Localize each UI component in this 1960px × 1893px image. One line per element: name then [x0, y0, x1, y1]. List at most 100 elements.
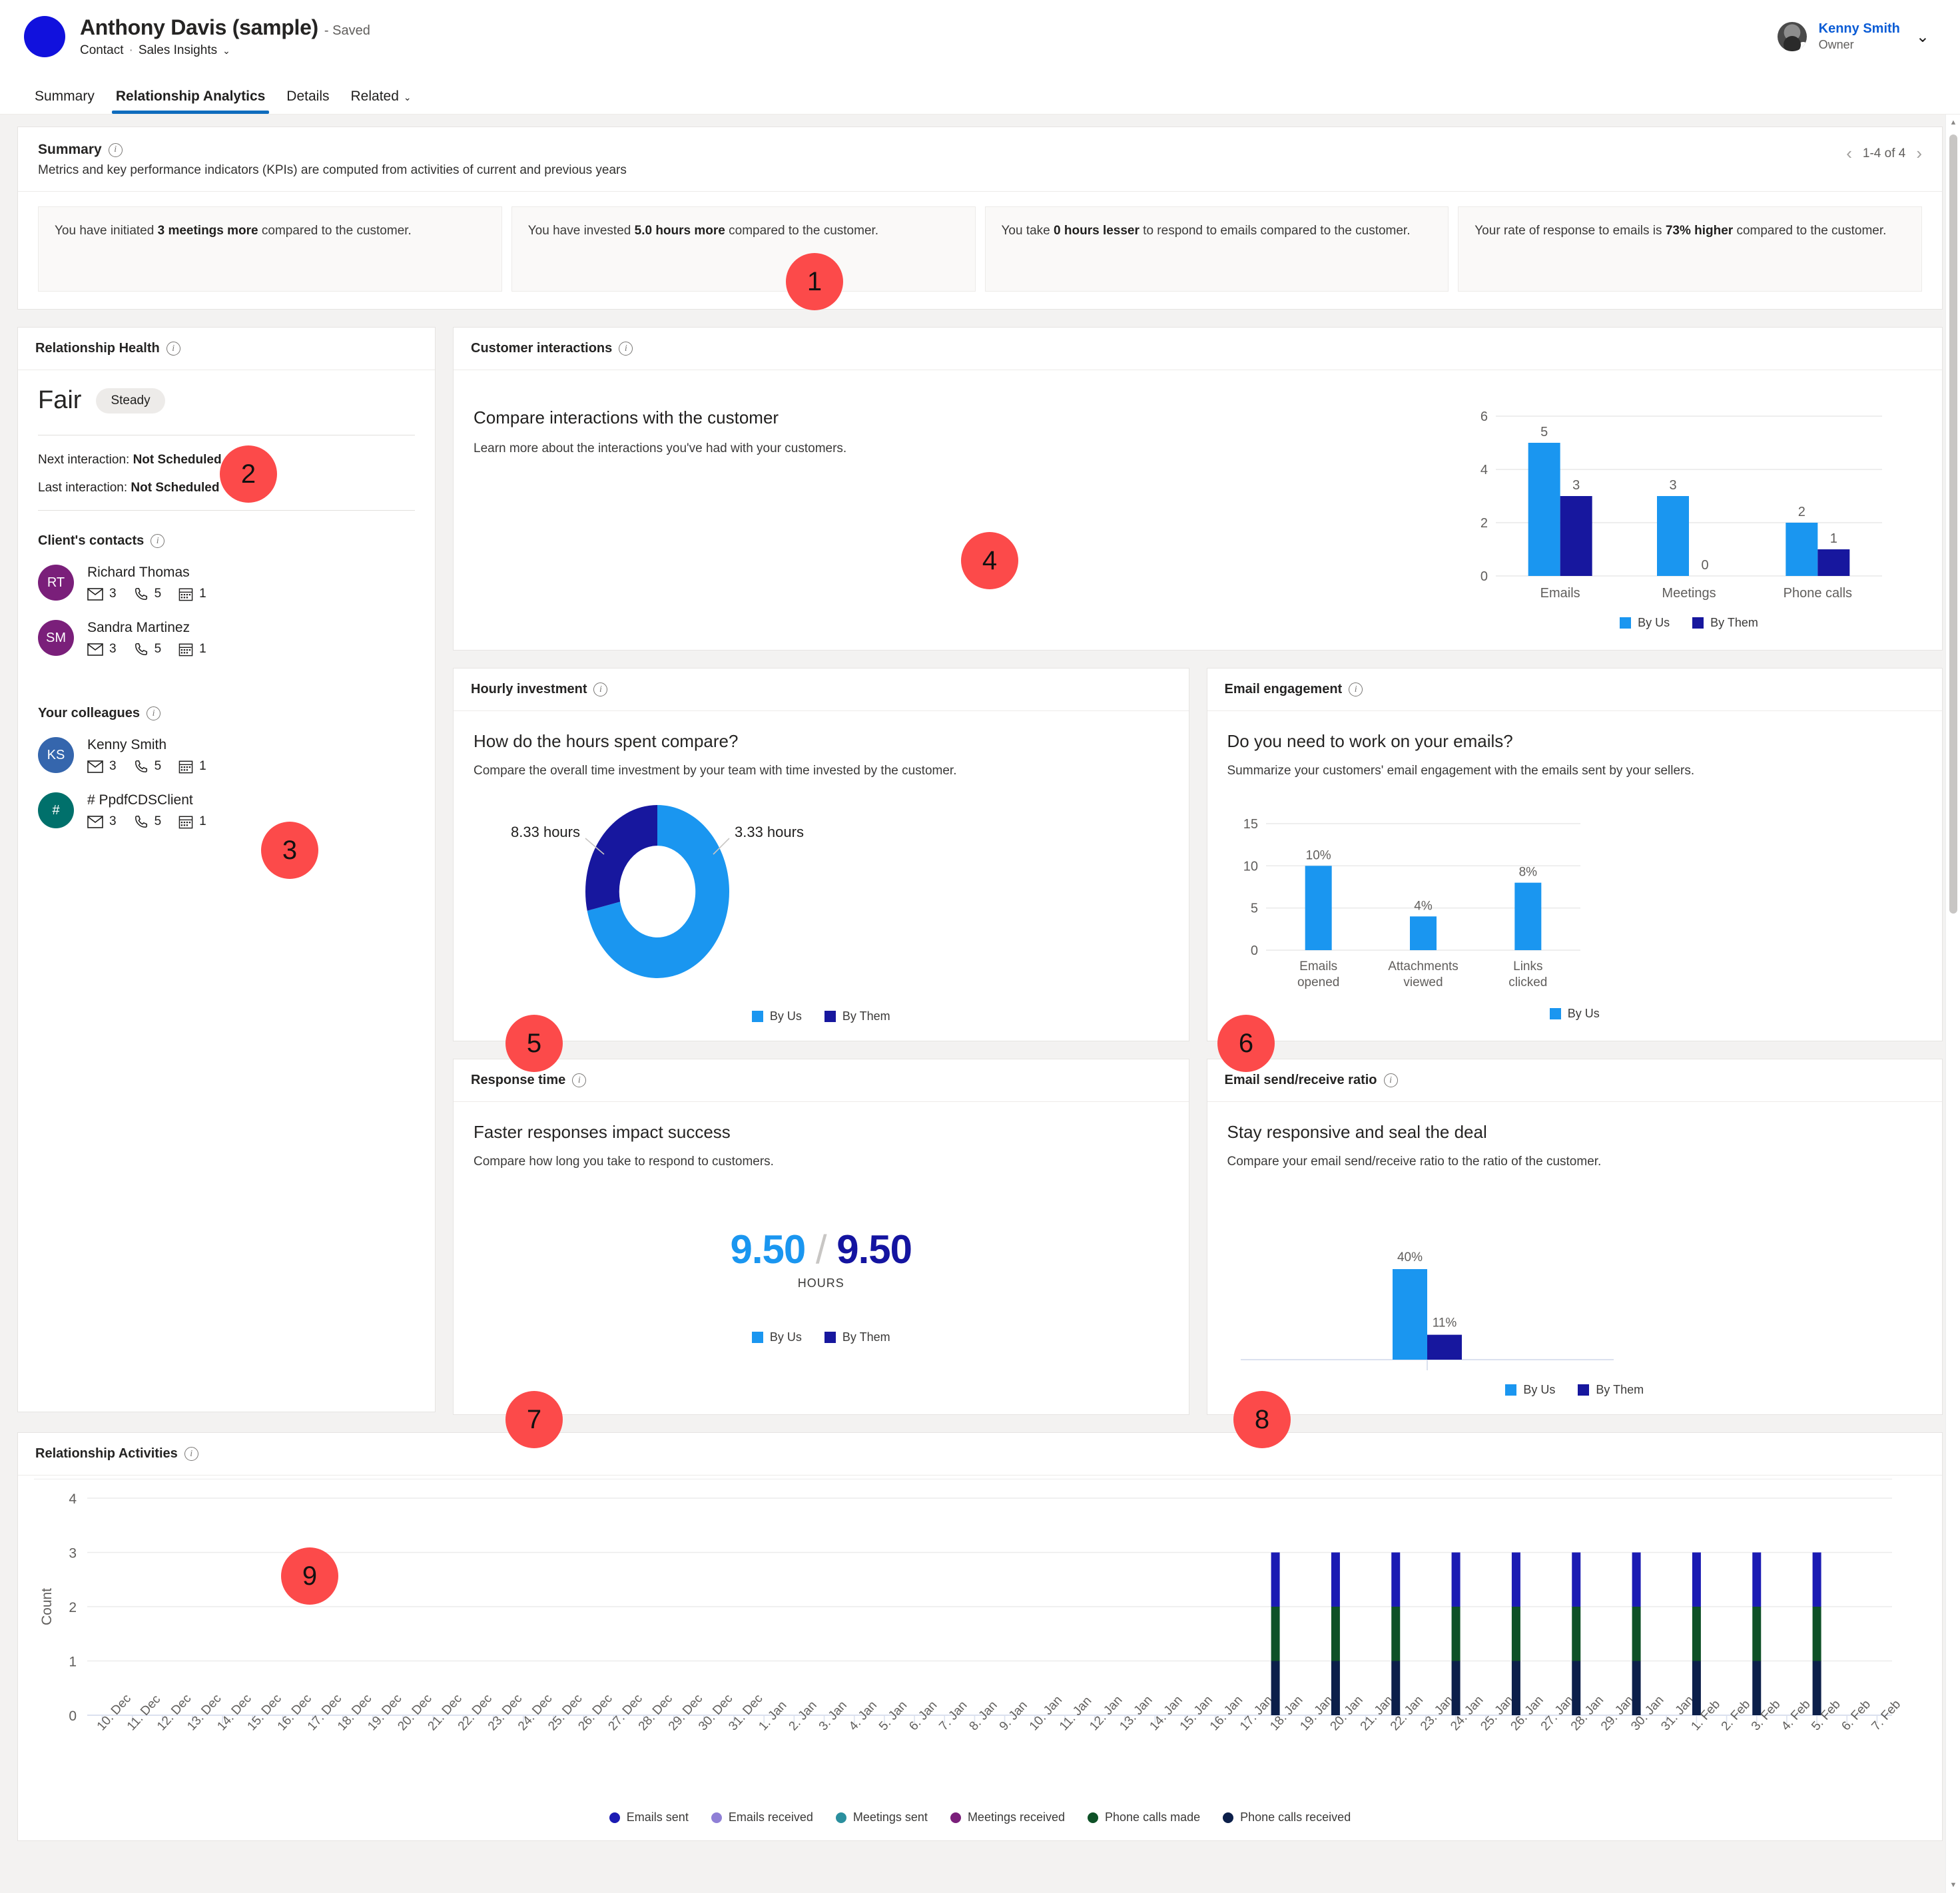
- email-count: 3: [109, 814, 117, 828]
- legend-item[interactable]: By Us: [1620, 616, 1670, 630]
- legend-label: Meetings sent: [852, 1810, 928, 1824]
- chart-legend: By Us: [1227, 1007, 1923, 1021]
- list-item[interactable]: # # PpdfCDSClient 3 5 1: [38, 792, 415, 829]
- legend-item[interactable]: By Us: [751, 1009, 802, 1023]
- page-scrollbar[interactable]: ▲ ▼: [1945, 115, 1960, 1893]
- app-name-label[interactable]: Sales Insights: [139, 43, 217, 58]
- legend-item[interactable]: Phone calls made: [1088, 1810, 1200, 1824]
- legend-label: Meetings received: [967, 1810, 1066, 1824]
- kpi-text-pre: Your rate of response to emails is: [1474, 224, 1666, 238]
- legend-swatch: [1549, 1008, 1561, 1019]
- tab-relationship-analytics[interactable]: Relationship Analytics: [105, 89, 276, 114]
- legend-label: By Us: [1567, 1007, 1600, 1020]
- last-interaction-value: Not Scheduled: [131, 481, 220, 495]
- customer-interactions-header: Customer interactions i: [454, 328, 1942, 370]
- svg-text:23. Jan: 23. Jan: [1418, 1693, 1456, 1733]
- legend-item[interactable]: By Us: [1505, 1383, 1555, 1397]
- chevron-down-icon[interactable]: ⌄: [222, 45, 230, 57]
- legend-item[interactable]: By Them: [1578, 1383, 1644, 1397]
- list-item[interactable]: RT Richard Thomas 3 5 1: [38, 565, 415, 601]
- owner-name[interactable]: Kenny Smith: [1819, 21, 1900, 37]
- scroll-up-arrow[interactable]: ▲: [1949, 119, 1957, 127]
- legend-swatch: [609, 1812, 620, 1823]
- svg-text:40%: 40%: [1397, 1250, 1422, 1264]
- tab-label: Summary: [35, 89, 95, 104]
- legend-item[interactable]: By Us: [751, 1330, 802, 1344]
- person-name[interactable]: Richard Thomas: [87, 565, 206, 581]
- svg-text:5: 5: [1250, 902, 1257, 916]
- legend-item[interactable]: Emails sent: [609, 1810, 689, 1824]
- kpi-text-post: compared to the customer.: [725, 224, 879, 238]
- svg-text:0: 0: [69, 1709, 77, 1724]
- info-icon[interactable]: i: [147, 706, 161, 720]
- svg-text:16. Jan: 16. Jan: [1207, 1693, 1245, 1733]
- svg-text:17. Jan: 17. Jan: [1237, 1693, 1275, 1733]
- email-count: 3: [109, 642, 117, 656]
- kpi-text-strong: 3 meetings more: [157, 224, 258, 238]
- hourly-investment-title: Hourly investment: [471, 682, 587, 696]
- info-icon[interactable]: i: [619, 342, 633, 356]
- info-icon[interactable]: i: [151, 534, 165, 548]
- legend-item[interactable]: Meetings sent: [835, 1810, 928, 1824]
- owner-block[interactable]: Kenny Smith Owner ⌄: [1777, 21, 1936, 53]
- info-icon[interactable]: i: [1349, 682, 1363, 696]
- legend-label: Phone calls received: [1240, 1810, 1351, 1824]
- legend-swatch: [950, 1812, 961, 1823]
- entity-type-label: Contact: [80, 43, 124, 57]
- person-name[interactable]: # PpdfCDSClient: [87, 792, 206, 808]
- svg-text:21. Jan: 21. Jan: [1358, 1693, 1396, 1733]
- chevron-left-icon[interactable]: ‹: [1846, 143, 1852, 164]
- kpi-card: Your rate of response to emails is 73% h…: [1458, 206, 1922, 292]
- scroll-down-arrow[interactable]: ▼: [1949, 1881, 1957, 1889]
- person-name[interactable]: Sandra Martinez: [87, 620, 206, 636]
- customer-interactions-chart[interactable]: 0 2 4 6 5 3 Emails 3 0 Meetings 2 1 Phone calls By Us…: [1456, 393, 1922, 633]
- tab-details[interactable]: Details: [276, 89, 340, 114]
- chart-legend: Emails sent Emails received Meetings sent M…: [34, 1810, 1926, 1824]
- info-icon[interactable]: i: [184, 1447, 198, 1461]
- email-engagement-header: Email engagement i: [1207, 669, 1942, 711]
- tab-summary[interactable]: Summary: [24, 89, 105, 114]
- legend-item[interactable]: By Them: [824, 1330, 890, 1344]
- info-icon[interactable]: i: [1383, 1073, 1398, 1087]
- summary-title: Summary: [38, 142, 102, 157]
- envelope-icon: [87, 643, 103, 656]
- kpi-text-pre: You have initiated: [55, 224, 158, 238]
- tab-related[interactable]: Related ⌄: [340, 89, 422, 114]
- app-header: Anthony Davis (sample) - Saved Contact ·…: [0, 0, 1960, 73]
- email-ratio-chart[interactable]: 40% 11% By Us By Them: [1227, 1226, 1923, 1397]
- customer-interactions-title: Customer interactions: [471, 341, 613, 356]
- info-icon[interactable]: i: [572, 1073, 587, 1087]
- kpi-text-pre: You take: [1001, 224, 1054, 238]
- avatar: [1777, 22, 1807, 51]
- svg-text:0: 0: [1480, 569, 1488, 584]
- legend-item[interactable]: By Us: [1549, 1007, 1600, 1021]
- chevron-down-icon[interactable]: ⌄: [1916, 27, 1929, 47]
- legend-item[interactable]: Emails received: [711, 1810, 813, 1824]
- customer-interactions-paragraph: Learn more about the interactions you've…: [474, 441, 847, 455]
- chevron-right-icon[interactable]: ›: [1916, 143, 1922, 164]
- info-icon[interactable]: i: [593, 682, 608, 696]
- legend-item[interactable]: Phone calls received: [1223, 1810, 1351, 1824]
- svg-text:1: 1: [1830, 531, 1837, 546]
- meeting-count: 1: [199, 642, 206, 656]
- legend-item[interactable]: By Them: [1692, 616, 1758, 630]
- list-item[interactable]: SM Sandra Martinez 3 5 1: [38, 620, 415, 657]
- legend-item[interactable]: Meetings received: [950, 1810, 1065, 1824]
- person-name[interactable]: Kenny Smith: [87, 737, 206, 753]
- scroll-thumb[interactable]: [1949, 135, 1957, 914]
- hourly-investment-chart[interactable]: 8.33 hours 3.33 hours By Us By Them: [474, 793, 1169, 1023]
- legend-label: Emails received: [728, 1810, 813, 1824]
- svg-text:2: 2: [69, 1600, 77, 1615]
- legend-item[interactable]: By Them: [824, 1009, 890, 1023]
- email-engagement-chart[interactable]: 0 5 10 15 10% Emails opened 4% Attachments viewed…: [1227, 804, 1923, 1021]
- info-icon[interactable]: i: [166, 342, 180, 356]
- customer-interactions-heading: Compare interactions with the customer: [474, 407, 779, 427]
- response-time-title: Response time: [471, 1073, 566, 1087]
- svg-text:Count: Count: [39, 1588, 55, 1625]
- customer-interactions-card: Customer interactions i Compare interact…: [453, 327, 1943, 651]
- info-icon[interactable]: i: [108, 142, 123, 157]
- list-item[interactable]: KS Kenny Smith 3 5 1: [38, 737, 415, 774]
- relationship-activities-chart[interactable]: 0 1 2 3 4 Count 10. Dec 11. Dec 12. Dec 13. Dec 14…: [34, 1478, 1926, 1824]
- legend-label: By Them: [1596, 1383, 1644, 1396]
- svg-text:4: 4: [1480, 463, 1488, 477]
